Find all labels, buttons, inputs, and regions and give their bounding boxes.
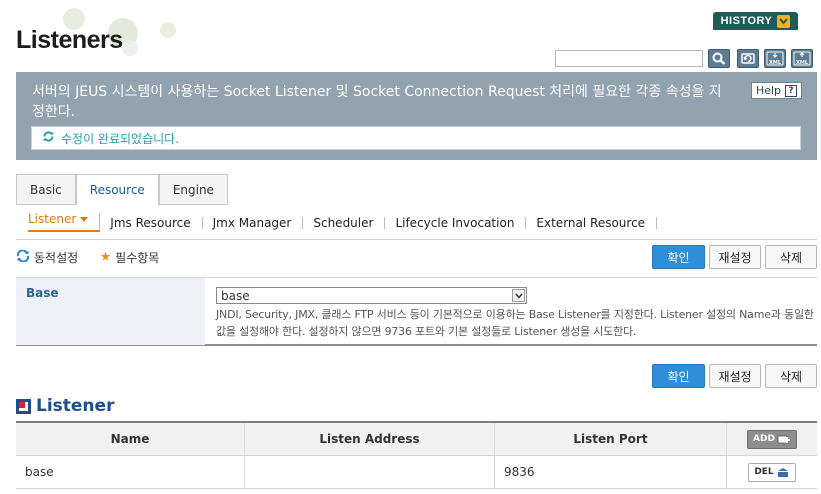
delete-button[interactable]: 삭제: [765, 364, 817, 388]
status-message: 수정이 완료되었습니다.: [31, 126, 801, 150]
subnav-jms-resource[interactable]: Jms Resource: [110, 216, 203, 229]
table-header: Name Listen Address Listen Port ADD: [16, 423, 817, 456]
status-message-text: 수정이 완료되었습니다.: [61, 131, 180, 146]
subnav-label: Listener: [28, 212, 77, 226]
listener-section-label: Listener: [36, 396, 115, 416]
base-select-value: base: [221, 288, 250, 303]
column-header-name: Name: [16, 423, 245, 455]
cell-name: base: [16, 456, 245, 488]
base-form-row: Base base JNDI, Security, JMX, 클래스 FTP 서…: [16, 277, 817, 346]
search-icon[interactable]: [708, 49, 730, 68]
delete-row-button[interactable]: DEL: [748, 462, 796, 482]
subnav-external-resource[interactable]: External Resource: [536, 216, 658, 229]
help-button[interactable]: Help ?: [751, 82, 802, 99]
chevron-down-icon: [512, 289, 525, 302]
tab-basic[interactable]: Basic: [16, 174, 76, 205]
refresh-icon: [42, 130, 55, 146]
table-row[interactable]: base 9836 DEL: [16, 456, 817, 489]
chevron-down-icon: [777, 14, 791, 28]
xml-export-icon[interactable]: XML: [764, 49, 786, 68]
base-label: Base: [16, 278, 205, 345]
caret-down-icon: [80, 216, 89, 222]
history-label: HISTORY: [720, 15, 773, 27]
decorative-circle: [122, 40, 138, 56]
delete-button[interactable]: 삭제: [765, 245, 817, 269]
add-button[interactable]: ADD: [747, 429, 797, 449]
xml-import-icon[interactable]: XML: [791, 49, 813, 68]
tab-engine[interactable]: Engine: [158, 174, 228, 205]
description-text: 서버의 JEUS 시스템이 사용하는 Socket Listener 및 Soc…: [32, 84, 722, 120]
base-help-text: JNDI, Security, JMX, 클래스 FTP 서비스 등이 기본적으…: [216, 308, 814, 338]
required-icon: [100, 251, 111, 265]
section-icon: [16, 398, 31, 414]
add-icon: [777, 435, 790, 444]
main-tabs: Basic Resource Engine: [16, 174, 228, 206]
subnav-lifecycle-invocation[interactable]: Lifecycle Invocation: [395, 216, 527, 229]
dynamic-setting-icon: [16, 249, 30, 265]
sub-navigation: Listener Jms Resource Jmx Manager Schedu…: [16, 206, 817, 240]
confirm-button[interactable]: 확인: [652, 245, 705, 269]
cell-actions: DEL: [727, 456, 817, 488]
cell-listen-address: [245, 456, 495, 488]
listener-section-title: Listener: [16, 396, 114, 416]
legend: 동적설정 필수항목: [16, 249, 159, 266]
page: Listeners HISTORY XML XML 서버의 JEUS 시스템이 …: [0, 0, 821, 494]
tab-resource[interactable]: Resource: [75, 174, 159, 206]
delete-icon: [777, 467, 788, 477]
description-panel: 서버의 JEUS 시스템이 사용하는 Socket Listener 및 Soc…: [16, 72, 817, 160]
subnav-scheduler[interactable]: Scheduler: [313, 216, 386, 229]
column-header-listen-address: Listen Address: [245, 423, 495, 455]
svg-text:XML: XML: [769, 60, 782, 66]
add-label: ADD: [753, 434, 775, 444]
question-icon: ?: [785, 84, 798, 97]
reset-button[interactable]: 재설정: [709, 245, 761, 269]
history-button[interactable]: HISTORY: [713, 12, 798, 30]
del-label: DEL: [754, 467, 774, 477]
decorative-circle: [160, 22, 176, 38]
confirm-button[interactable]: 확인: [652, 364, 705, 388]
column-header-actions: ADD: [727, 423, 817, 455]
reset-button[interactable]: 재설정: [709, 364, 761, 388]
search-input[interactable]: [555, 50, 703, 67]
subnav-listener[interactable]: Listener: [28, 212, 101, 232]
base-select[interactable]: base: [216, 287, 527, 304]
refresh-icon[interactable]: [737, 49, 759, 68]
subnav-jmx-manager[interactable]: Jmx Manager: [213, 216, 304, 229]
cell-listen-port: 9836: [495, 456, 727, 488]
listener-table: Name Listen Address Listen Port ADD base…: [16, 421, 817, 489]
column-header-listen-port: Listen Port: [495, 423, 727, 455]
page-title: Listeners: [16, 26, 123, 54]
svg-text:XML: XML: [796, 60, 809, 66]
legend-dynamic-label: 동적설정: [34, 251, 79, 265]
legend-required-label: 필수항목: [115, 251, 160, 265]
help-label: Help: [755, 84, 782, 97]
